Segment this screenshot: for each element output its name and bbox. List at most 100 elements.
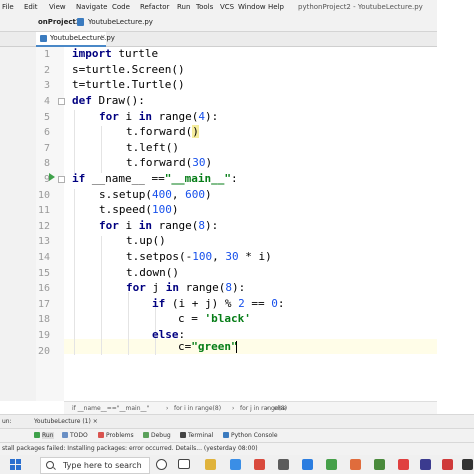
run-tab[interactable]: YoutubeLecture (1) × bbox=[34, 418, 98, 425]
app-icon[interactable] bbox=[350, 459, 361, 470]
cortana-icon[interactable] bbox=[156, 459, 167, 470]
menu-edit[interactable]: Edit bbox=[24, 3, 38, 11]
browser-icon[interactable] bbox=[302, 459, 313, 470]
code-line-1: import turtle bbox=[72, 47, 158, 60]
menu-view[interactable]: View bbox=[49, 3, 66, 11]
menu-bar: File Edit View Navigate Code Refactor Ru… bbox=[0, 0, 474, 15]
editor-tab-bar: YoutubeLecture.py × bbox=[0, 32, 474, 47]
code-text: ) bbox=[204, 188, 212, 201]
code-text: : bbox=[277, 297, 285, 310]
app-icon[interactable] bbox=[462, 459, 473, 470]
line-number: 3 bbox=[43, 80, 50, 91]
number-literal: 8 bbox=[198, 219, 205, 232]
app-icon[interactable] bbox=[278, 459, 289, 470]
menu-help[interactable]: Help bbox=[268, 3, 284, 11]
code-text: s.setup( bbox=[99, 188, 152, 201]
menu-code[interactable]: Code bbox=[112, 3, 130, 11]
menu-refactor[interactable]: Refactor bbox=[140, 3, 169, 11]
python-console-icon bbox=[223, 432, 229, 438]
code-breadcrumb-item[interactable]: if __name__=="__main__" bbox=[72, 405, 149, 412]
tool-todo-button[interactable]: TODO bbox=[70, 432, 88, 439]
tool-window-bar: Run TODO Problems Debug Terminal Python … bbox=[0, 428, 474, 443]
code-text: , bbox=[171, 188, 186, 201]
menu-run[interactable]: Run bbox=[177, 3, 190, 11]
code-text: c= bbox=[178, 340, 192, 353]
code-text: (i + j) % bbox=[165, 297, 239, 310]
task-view-icon[interactable] bbox=[178, 459, 190, 469]
breadcrumb-file[interactable]: YoutubeLecture.py bbox=[88, 18, 153, 26]
keyword: if bbox=[72, 172, 86, 185]
string-literal: "green" bbox=[191, 340, 238, 353]
run-gutter-icon[interactable] bbox=[49, 173, 55, 181]
editor-tab[interactable]: YoutubeLecture.py × bbox=[36, 32, 115, 47]
file-explorer-icon[interactable] bbox=[205, 459, 216, 470]
window-title: pythonProject2 - YoutubeLecture.py bbox=[298, 3, 423, 11]
code-breadcrumb-item[interactable]: else bbox=[274, 405, 286, 412]
code-line-20: c="green" bbox=[178, 340, 238, 353]
code-text: range( bbox=[179, 281, 226, 294]
keyword: if bbox=[152, 297, 166, 310]
breadcrumb-project[interactable]: onProject2 bbox=[38, 18, 81, 26]
line-number: 8 bbox=[43, 158, 50, 169]
code-text: * i) bbox=[238, 250, 272, 263]
code-line-14: t.setpos(-100, 30 * i) bbox=[126, 250, 272, 263]
tool-problems-button[interactable]: Problems bbox=[106, 432, 134, 439]
code-text: i bbox=[118, 110, 139, 123]
string-literal: 'black' bbox=[204, 312, 251, 325]
code-text: t.speed( bbox=[99, 203, 152, 216]
string-literal: "__main__" bbox=[164, 172, 231, 185]
code-line-10: s.setup(400, 600) bbox=[99, 188, 212, 201]
code-text: c = bbox=[178, 312, 205, 325]
menu-file[interactable]: File bbox=[2, 3, 14, 11]
app-icon[interactable] bbox=[374, 459, 385, 470]
code-text: t.forward( bbox=[126, 156, 193, 169]
app-icon[interactable] bbox=[442, 459, 453, 470]
menu-tools[interactable]: Tools bbox=[196, 3, 213, 11]
run-tool-header: un: YoutubeLecture (1) × bbox=[0, 414, 474, 428]
number-literal: 4 bbox=[198, 110, 205, 123]
code-text: t.setpos(- bbox=[126, 250, 193, 263]
keyword: for bbox=[99, 110, 119, 123]
code-line-7: t.left() bbox=[126, 141, 179, 154]
search-placeholder: Type here to search bbox=[63, 461, 142, 470]
app-icon[interactable] bbox=[398, 459, 409, 470]
fold-icon[interactable] bbox=[58, 98, 65, 105]
tool-debug-button[interactable]: Debug bbox=[151, 432, 171, 439]
code-text: Draw(): bbox=[91, 94, 145, 107]
project-tool-strip bbox=[0, 47, 36, 401]
status-bar: stall packages failed: Installing packag… bbox=[0, 442, 474, 455]
line-number: 7 bbox=[43, 143, 50, 154]
code-line-8: t.forward(30) bbox=[126, 156, 212, 169]
windows-start-icon[interactable] bbox=[10, 459, 22, 471]
code-text: j bbox=[145, 281, 166, 294]
menu-navigate[interactable]: Navigate bbox=[76, 3, 107, 11]
status-message[interactable]: stall packages failed: Installing packag… bbox=[2, 445, 258, 452]
number-literal: 30 bbox=[192, 156, 206, 169]
code-text: turtle bbox=[111, 47, 159, 60]
line-number: 14 bbox=[37, 252, 50, 263]
edge-icon[interactable] bbox=[230, 459, 241, 470]
os-taskbar: Type here to search bbox=[0, 455, 474, 474]
code-breadcrumb-item[interactable]: for i in range(8) bbox=[174, 405, 221, 412]
code-text: t.forward( bbox=[126, 125, 193, 138]
tool-terminal-button[interactable]: Terminal bbox=[188, 432, 213, 439]
number-literal: 100 bbox=[192, 250, 213, 263]
code-breadcrumb-separator: › bbox=[166, 405, 169, 412]
number-literal: 0 bbox=[271, 297, 278, 310]
code-text: ) bbox=[205, 156, 213, 169]
keyword: in bbox=[138, 219, 152, 232]
close-icon[interactable]: × bbox=[100, 33, 106, 41]
code-line-16: for j in range(8): bbox=[126, 281, 245, 294]
tool-run-button[interactable]: Run bbox=[42, 432, 54, 439]
office-icon[interactable] bbox=[254, 459, 265, 470]
taskbar-search-box[interactable]: Type here to search bbox=[40, 457, 150, 474]
tool-python-console-button[interactable]: Python Console bbox=[231, 432, 278, 439]
pycharm-icon[interactable] bbox=[326, 459, 337, 470]
code-line-6: t.forward() bbox=[126, 125, 199, 138]
app-icon[interactable] bbox=[420, 459, 431, 470]
problems-icon bbox=[98, 432, 104, 438]
fold-icon[interactable] bbox=[58, 176, 65, 183]
menu-window[interactable]: Window bbox=[238, 3, 266, 11]
navigation-bar: onProject2 YoutubeLecture.py bbox=[0, 15, 474, 32]
menu-vcs[interactable]: VCS bbox=[220, 3, 234, 11]
